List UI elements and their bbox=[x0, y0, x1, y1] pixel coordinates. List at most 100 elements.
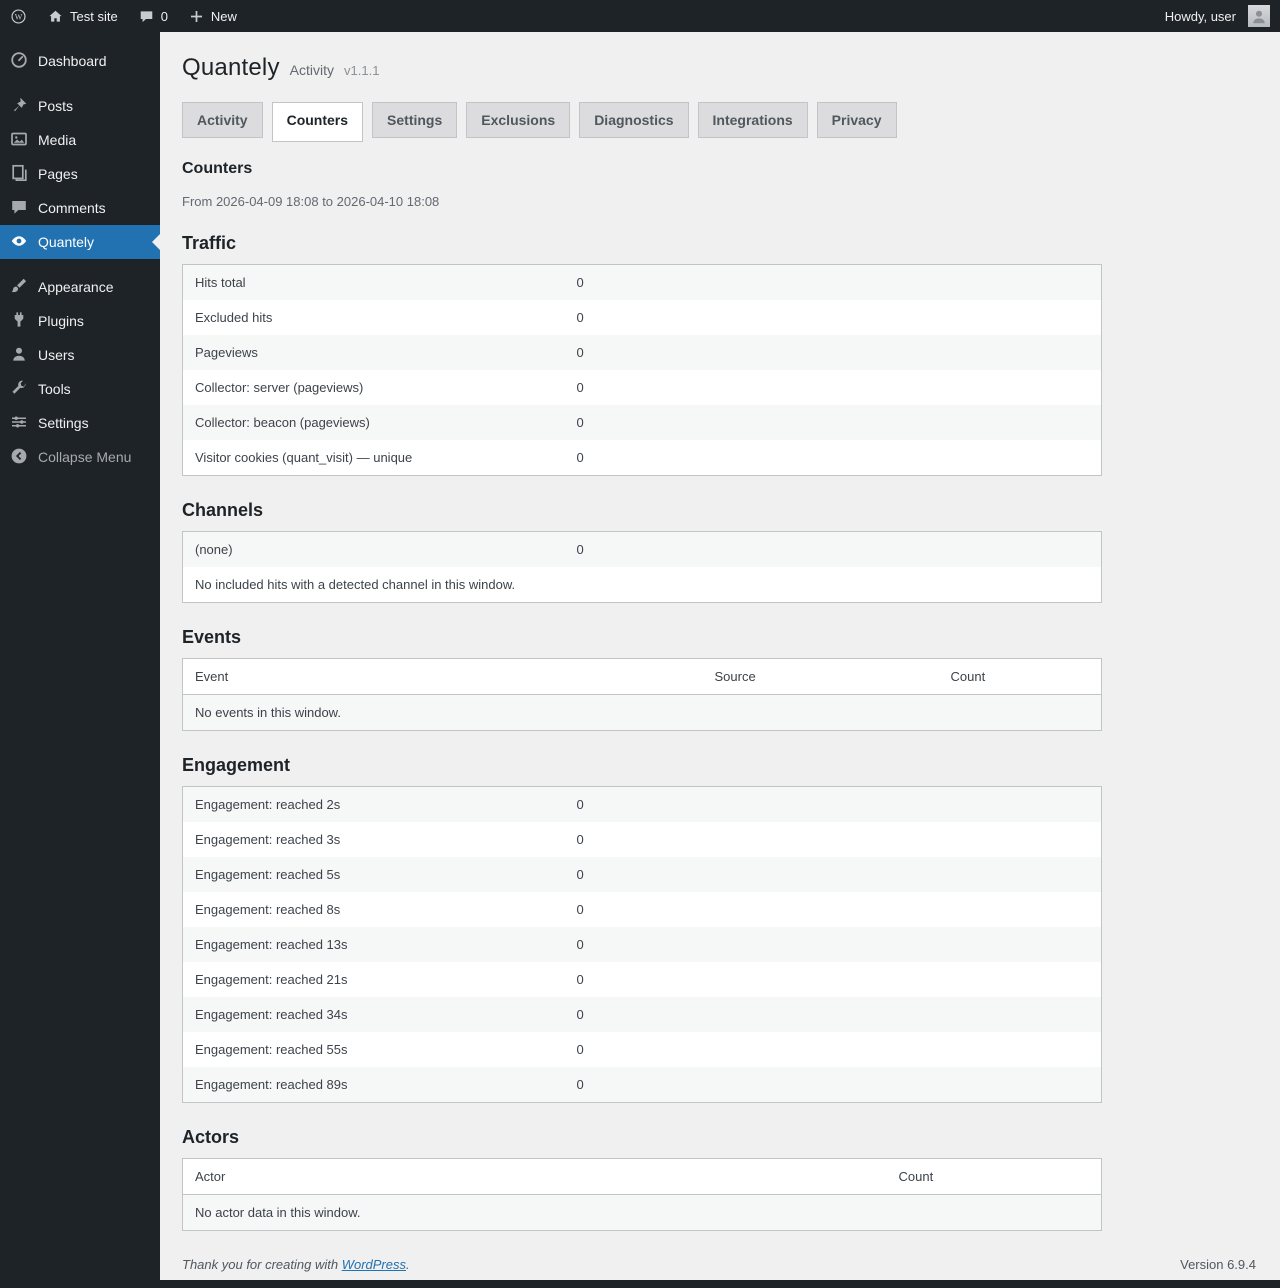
sidebar-item-label: Pages bbox=[38, 166, 78, 182]
sidebar-item-label: Users bbox=[38, 347, 75, 363]
collapse-menu-button[interactable]: Collapse Menu bbox=[0, 440, 160, 474]
empty-message: No included hits with a detected channel… bbox=[195, 577, 516, 592]
tab-privacy[interactable]: Privacy bbox=[816, 102, 897, 138]
table-row: Engagement: reached 21s 0 bbox=[183, 962, 1102, 997]
paintbrush-icon bbox=[9, 276, 29, 299]
sidebar-item-tools[interactable]: Tools bbox=[0, 372, 160, 406]
sidebar-item-media[interactable]: Media bbox=[0, 123, 160, 157]
traffic-table: Hits total 0 Excluded hits 0 Pageviews 0 Co… bbox=[182, 264, 1102, 476]
metric-value: 0 bbox=[564, 405, 1102, 440]
metric-label: Engagement: reached 3s bbox=[195, 832, 341, 847]
plugin-version: v1.1.1 bbox=[344, 63, 380, 78]
metric-value: 0 bbox=[564, 335, 1102, 370]
table-row: Visitor cookies (quant_visit) — unique 0 bbox=[183, 440, 1102, 476]
column-header-count: Count bbox=[938, 658, 1102, 695]
sidebar-item-quantely[interactable]: Quantely bbox=[0, 225, 160, 259]
column-header-count: Count bbox=[886, 1158, 1102, 1195]
table-row: Hits total 0 bbox=[182, 264, 1102, 300]
sidebar-item-label: Quantely bbox=[38, 234, 95, 250]
sidebar-item-plugins[interactable]: Plugins bbox=[0, 304, 160, 338]
account-menu[interactable]: Howdy, user bbox=[1155, 0, 1280, 32]
sidebar-item-label: Appearance bbox=[38, 279, 114, 295]
metric-label: Engagement: reached 21s bbox=[195, 972, 348, 987]
metric-label: Excluded hits bbox=[195, 310, 273, 325]
wp-logo-menu[interactable]: W bbox=[0, 0, 37, 32]
table-row: Excluded hits 0 bbox=[183, 300, 1102, 335]
footer-version: Version 6.9.4 bbox=[1180, 1257, 1256, 1272]
tab-diagnostics[interactable]: Diagnostics bbox=[579, 102, 689, 138]
tab-integrations[interactable]: Integrations bbox=[697, 102, 808, 138]
table-header-row: Actor Count bbox=[182, 1158, 1102, 1195]
date-range-text: From 2026-04-09 18:08 to 2026-04-10 18:0… bbox=[182, 194, 440, 209]
metric-label: Engagement: reached 13s bbox=[182, 927, 565, 962]
engagement-section-title: Engagement bbox=[182, 755, 291, 775]
page-header: Quantely Activity v1.1.1 bbox=[182, 54, 1258, 82]
nav-tabs: Activity Counters Settings Exclusions Di… bbox=[182, 102, 1258, 142]
admin-sidebar: Dashboard Posts Media Pages Comments Qua… bbox=[0, 32, 160, 1288]
sidebar-item-label: Plugins bbox=[38, 313, 84, 329]
events-section-title: Events bbox=[182, 627, 242, 647]
user-icon bbox=[9, 344, 29, 367]
sidebar-item-settings[interactable]: Settings bbox=[0, 406, 160, 440]
sidebar-item-posts[interactable]: Posts bbox=[0, 89, 160, 123]
svg-text:W: W bbox=[15, 12, 23, 21]
column-header-event: Event bbox=[182, 658, 703, 695]
metric-value: 0 bbox=[576, 380, 584, 395]
channels-table: (none) 0 No included hits with a detected… bbox=[182, 531, 1102, 603]
footer-thanks: Thank you for creating with WordPress. bbox=[182, 1257, 410, 1272]
menu-separator bbox=[0, 259, 160, 270]
metric-label: Engagement: reached 89s bbox=[182, 1067, 565, 1103]
table-header-row: Event Source Count bbox=[182, 658, 1102, 695]
comments-menu[interactable]: 0 bbox=[128, 0, 178, 32]
metric-label: Hits total bbox=[182, 264, 565, 300]
tab-activity[interactable]: Activity bbox=[182, 102, 263, 138]
wordpress-link[interactable]: WordPress bbox=[342, 1257, 406, 1272]
metric-value: 0 bbox=[576, 1042, 584, 1057]
sidebar-item-label: Dashboard bbox=[38, 53, 107, 69]
sidebar-item-label: Posts bbox=[38, 98, 74, 114]
page-subtitle: Activity bbox=[289, 62, 335, 78]
dashboard-icon bbox=[9, 50, 29, 73]
metric-value: 0 bbox=[576, 450, 584, 465]
empty-message: No events in this window. bbox=[182, 694, 1102, 731]
metric-value: 0 bbox=[564, 927, 1102, 962]
events-table: Event Source Count No events in this win… bbox=[182, 658, 1102, 731]
table-row: Collector: beacon (pageviews) 0 bbox=[182, 405, 1102, 440]
sidebar-item-pages[interactable]: Pages bbox=[0, 157, 160, 191]
metric-label: Collector: server (pageviews) bbox=[195, 380, 364, 395]
metric-value: 0 bbox=[564, 1067, 1102, 1103]
new-label: New bbox=[210, 8, 237, 24]
metric-label: Collector: beacon (pageviews) bbox=[182, 405, 565, 440]
new-content-menu[interactable]: New bbox=[178, 0, 247, 32]
table-row: Collector: server (pageviews) 0 bbox=[183, 370, 1102, 405]
wrench-icon bbox=[9, 378, 29, 401]
table-row: Engagement: reached 89s 0 bbox=[182, 1067, 1102, 1103]
collapse-arrow-icon bbox=[9, 446, 29, 469]
sidebar-item-comments[interactable]: Comments bbox=[0, 191, 160, 225]
comment-bubble-icon bbox=[138, 8, 155, 25]
channels-section-title: Channels bbox=[182, 500, 264, 520]
sliders-icon bbox=[9, 412, 29, 435]
sidebar-item-label: Media bbox=[38, 132, 77, 148]
sidebar-item-dashboard[interactable]: Dashboard bbox=[0, 44, 160, 78]
table-row: Engagement: reached 55s 0 bbox=[183, 1032, 1102, 1067]
column-header-actor: Actor bbox=[182, 1158, 887, 1195]
comments-icon bbox=[9, 197, 29, 220]
tab-settings[interactable]: Settings bbox=[372, 102, 458, 138]
tab-exclusions[interactable]: Exclusions bbox=[466, 102, 571, 138]
site-name-menu[interactable]: Test site bbox=[37, 0, 128, 32]
admin-bar-spacer bbox=[247, 0, 1155, 32]
metric-label: Engagement: reached 2s bbox=[182, 786, 565, 822]
table-row: Pageviews 0 bbox=[182, 335, 1102, 370]
sidebar-item-label: Comments bbox=[38, 200, 106, 216]
sidebar-item-users[interactable]: Users bbox=[0, 338, 160, 372]
tab-counters[interactable]: Counters bbox=[271, 102, 364, 142]
avatar bbox=[1248, 5, 1270, 27]
collapse-menu-label: Collapse Menu bbox=[38, 449, 132, 465]
metric-value: 0 bbox=[564, 857, 1102, 892]
table-row: No actor data in this window. bbox=[182, 1194, 1102, 1231]
posts-pin-icon bbox=[9, 95, 29, 118]
sidebar-item-appearance[interactable]: Appearance bbox=[0, 270, 160, 304]
sidebar-item-label: Tools bbox=[38, 381, 71, 397]
plus-icon bbox=[188, 8, 205, 25]
